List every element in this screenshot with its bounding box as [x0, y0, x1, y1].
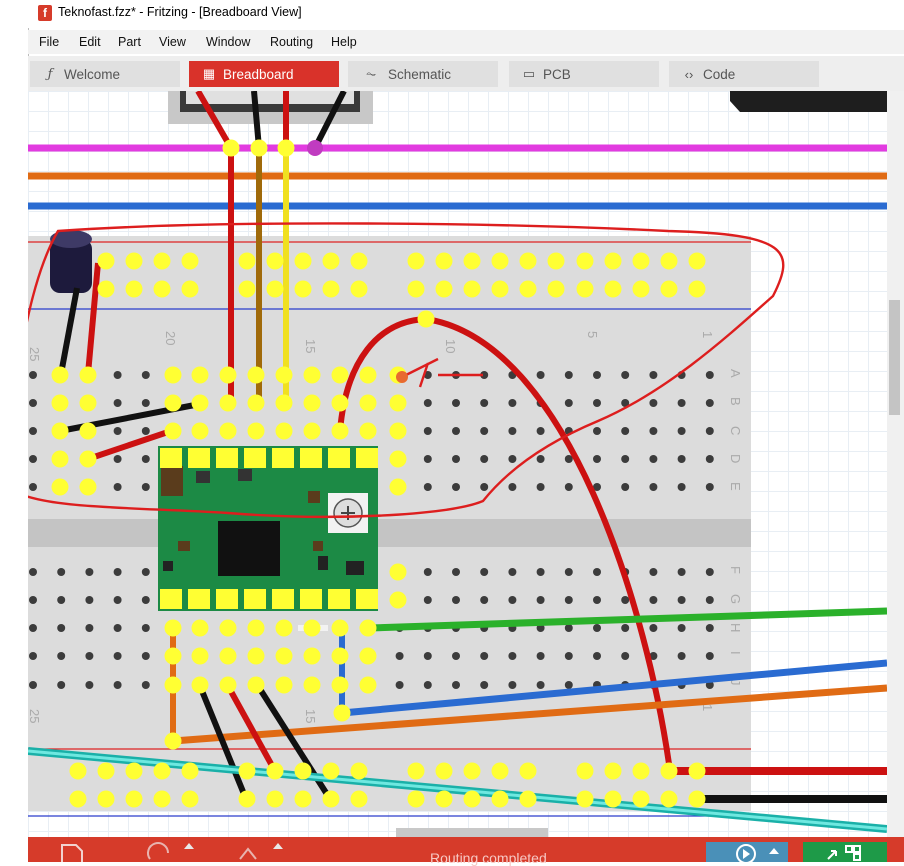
tab-schematic-label: Schematic [388, 66, 452, 82]
tab-welcome-label: Welcome [64, 66, 121, 82]
row-letter-g: G [728, 594, 743, 604]
new-file-icon[interactable] [61, 844, 83, 862]
view-tab-bar: ƒ Welcome ▦ Breadboard ⏦ Schematic ▭ PCB… [28, 56, 904, 91]
tab-code[interactable]: ‹› Code [669, 61, 819, 87]
tab-pcb-label: PCB [543, 66, 571, 82]
stepper-driver-module[interactable] [158, 446, 378, 611]
menu-routing[interactable]: Routing [270, 35, 313, 49]
tab-breadboard[interactable]: ▦ Breadboard [189, 61, 339, 87]
menu-bar: File Edit Part View Window Routing Help [28, 30, 904, 54]
code-icon: ‹› [684, 66, 694, 82]
row-letter-f: F [728, 566, 743, 574]
menu-edit[interactable]: Edit [79, 35, 101, 49]
menu-help[interactable]: Help [331, 35, 357, 49]
offscreen-component[interactable] [730, 91, 887, 112]
breadboard-icon: ▦ [202, 66, 216, 81]
vertical-scrollbar[interactable] [887, 91, 904, 837]
title-bar: f Teknofast.fzz* - Fritzing - [Breadboar… [0, 0, 904, 28]
row-letter-e: E [728, 482, 743, 491]
row-letter-d: D [728, 454, 743, 463]
menu-part[interactable]: Part [118, 35, 141, 49]
row-letter-b: B [728, 397, 743, 406]
flip-icon[interactable] [239, 843, 283, 860]
window-title: Teknofast.fzz* - Fritzing - [Breadboard … [58, 5, 302, 19]
vertical-scrollbar-thumb[interactable] [889, 300, 900, 415]
schematic-icon: ⏦ [365, 66, 377, 81]
tab-schematic[interactable]: ⏦ Schematic [348, 61, 498, 87]
tab-breadboard-label: Breadboard [223, 66, 294, 82]
menu-view[interactable]: View [159, 35, 186, 49]
menu-file[interactable]: File [39, 35, 59, 49]
menu-window[interactable]: Window [206, 35, 250, 49]
rotate-icon[interactable] [147, 842, 194, 860]
column-number-25: 25 [28, 347, 42, 361]
breadboard-canvas[interactable]: 25 20 15 10 5 1 25 15 1 A B C D E F G H … [28, 91, 887, 837]
pcb-icon: ▭ [522, 66, 536, 81]
row-letter-i: I [728, 651, 743, 655]
breadboard[interactable]: 25 20 15 10 5 1 25 15 1 A B C D E F G H … [28, 236, 751, 817]
row-letter-a: A [728, 369, 743, 378]
status-message: Routing completed [430, 850, 547, 866]
tab-welcome[interactable]: ƒ Welcome [30, 61, 180, 87]
column-number-25-bottom: 25 [28, 709, 42, 723]
row-letter-c: C [728, 426, 743, 435]
column-number-15: 15 [303, 339, 318, 353]
row-letter-h: H [728, 623, 743, 632]
column-number-10: 10 [443, 339, 458, 353]
column-number-5: 5 [585, 331, 600, 338]
fritzing-app-icon: f [38, 5, 52, 21]
left-window-edge [0, 28, 29, 862]
header-connector-pins [186, 91, 354, 104]
tab-pcb[interactable]: ▭ PCB [509, 61, 659, 87]
breadboard-scene[interactable]: 25 20 15 10 5 1 25 15 1 A B C D E F G H … [28, 91, 887, 837]
tab-code-label: Code [703, 66, 736, 82]
welcome-icon: ƒ [47, 66, 53, 82]
column-number-20: 20 [163, 331, 178, 345]
breadboard-center-channel [28, 519, 751, 547]
column-number-1: 1 [700, 331, 715, 338]
horizontal-scrollbar-thumb[interactable] [396, 828, 548, 837]
column-number-15-bottom: 15 [303, 709, 318, 723]
